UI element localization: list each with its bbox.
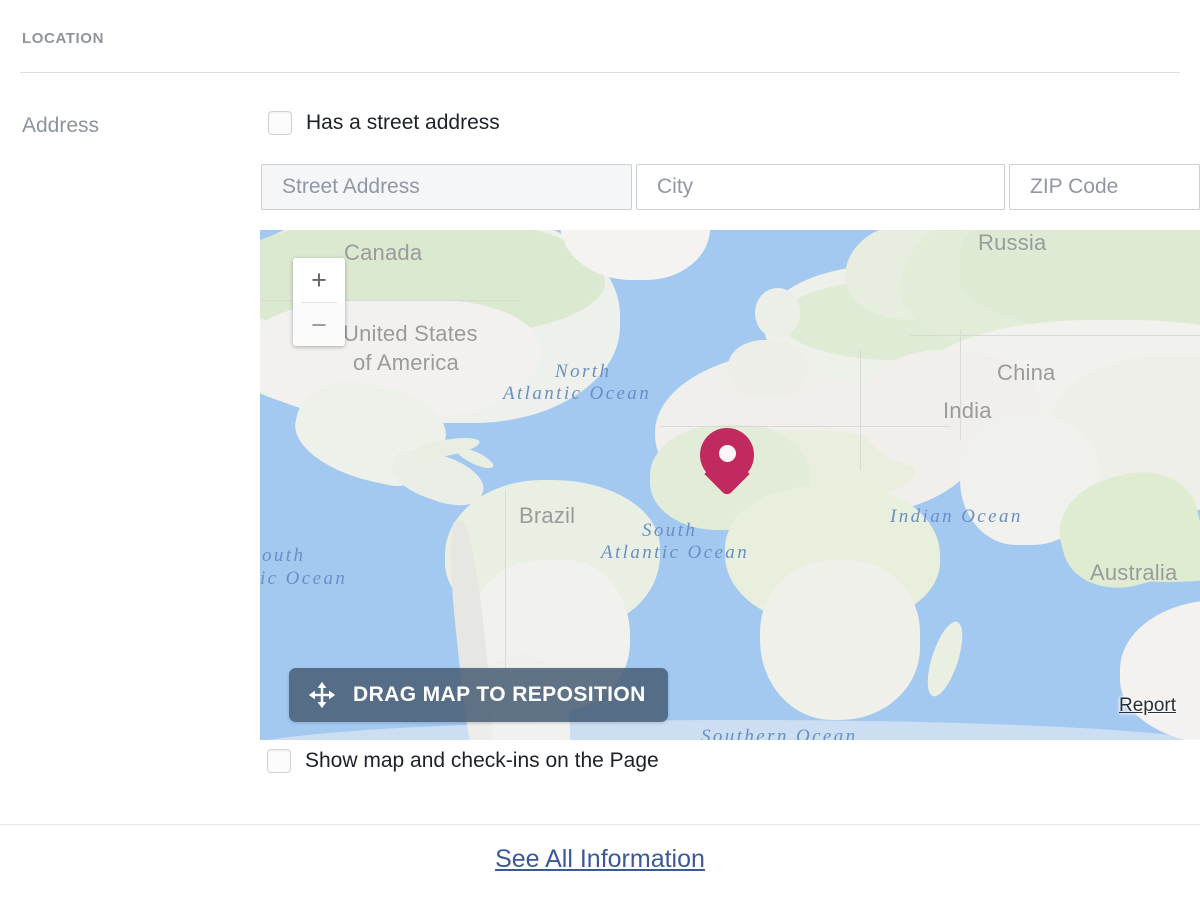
map-label-pacific-ocean-partial: ic Ocean bbox=[260, 568, 348, 589]
map-label-north: North bbox=[555, 361, 612, 382]
section-divider bbox=[20, 72, 1180, 73]
map-label-china: China bbox=[997, 360, 1056, 385]
address-row-label: Address bbox=[22, 114, 100, 137]
landmass-british-isles bbox=[755, 288, 800, 338]
landmass-iberia bbox=[728, 340, 808, 398]
border-sahara-sahel bbox=[660, 426, 950, 427]
border-brazil-west bbox=[505, 490, 506, 670]
footer-divider bbox=[0, 824, 1200, 825]
city-placeholder: City bbox=[657, 175, 694, 198]
map-label-southern-ocean: Southern Ocean bbox=[701, 726, 858, 740]
street-address-placeholder: Street Address bbox=[282, 175, 420, 198]
map-label-australia: Australia bbox=[1090, 560, 1178, 585]
location-section-page: LOCATION Address Has a street address St… bbox=[0, 0, 1200, 904]
map-label-canada: Canada bbox=[344, 240, 423, 265]
show-map-checkins-checkbox[interactable] bbox=[267, 749, 291, 773]
map-label-north-atlantic-ocean: Atlantic Ocean bbox=[503, 383, 652, 404]
map-label-of-america: of America bbox=[353, 350, 459, 375]
map-label-south-pacific-partial: outh bbox=[262, 545, 306, 566]
zip-code-placeholder: ZIP Code bbox=[1030, 175, 1119, 198]
map-canvas[interactable]: Canada United States of America Brazil R… bbox=[260, 230, 1200, 740]
drag-map-label: DRAG MAP TO REPOSITION bbox=[353, 683, 646, 706]
zip-code-input[interactable]: ZIP Code bbox=[1009, 164, 1200, 210]
map-label-brazil: Brazil bbox=[519, 503, 576, 528]
show-map-checkins-row[interactable]: Show map and check-ins on the Page bbox=[267, 749, 659, 773]
border-central-asia bbox=[910, 335, 1200, 336]
map-label-united-states: United States bbox=[343, 321, 478, 346]
map-label-south: South bbox=[642, 520, 698, 541]
has-street-address-row[interactable]: Has a street address bbox=[268, 111, 500, 135]
map-zoom-controls[interactable]: + − bbox=[293, 258, 345, 346]
map-label-india: India bbox=[943, 398, 992, 423]
section-title: LOCATION bbox=[22, 30, 105, 47]
border-middle-east bbox=[860, 350, 861, 470]
location-map[interactable]: Canada United States of America Brazil R… bbox=[260, 230, 1200, 740]
landmass-southern-africa bbox=[760, 560, 920, 720]
map-label-russia: Russia bbox=[978, 230, 1047, 255]
has-street-address-label: Has a street address bbox=[306, 111, 500, 134]
map-location-marker[interactable] bbox=[700, 428, 754, 498]
marker-center-dot bbox=[719, 445, 736, 462]
map-label-indian-ocean: Indian Ocean bbox=[890, 506, 1023, 527]
drag-map-to-reposition-button[interactable]: DRAG MAP TO REPOSITION bbox=[289, 668, 668, 722]
map-label-south-atlantic-ocean: Atlantic Ocean bbox=[601, 542, 750, 563]
has-street-address-checkbox[interactable] bbox=[268, 111, 292, 135]
zoom-out-button[interactable]: − bbox=[293, 303, 345, 346]
city-input[interactable]: City bbox=[636, 164, 1005, 210]
show-map-checkins-label: Show map and check-ins on the Page bbox=[305, 749, 659, 772]
map-report-link[interactable]: Report bbox=[1119, 695, 1176, 717]
street-address-input[interactable]: Street Address bbox=[261, 164, 632, 210]
zoom-in-button[interactable]: + bbox=[293, 258, 345, 302]
move-arrows-icon bbox=[308, 681, 336, 709]
see-all-information-link[interactable]: See All Information bbox=[0, 845, 1200, 874]
